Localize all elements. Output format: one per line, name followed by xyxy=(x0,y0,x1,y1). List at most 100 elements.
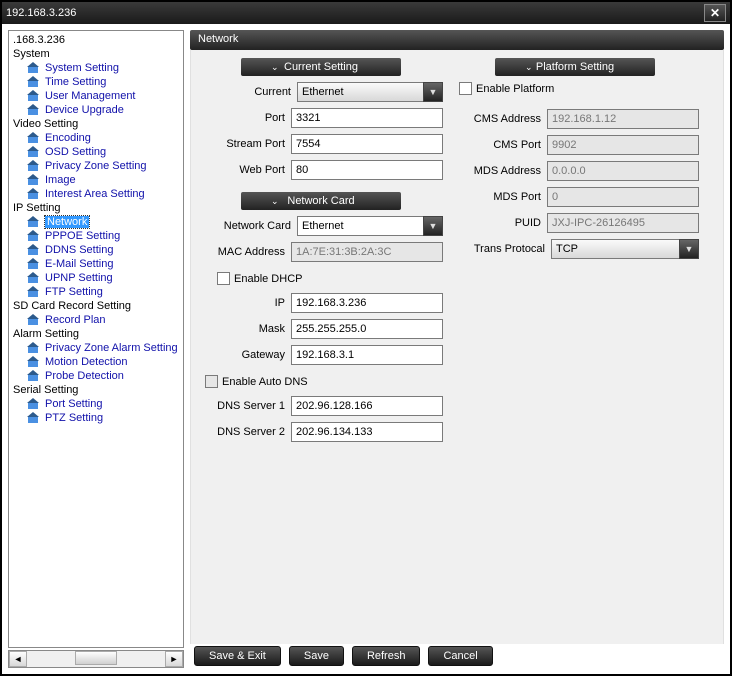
sidebar-item-privacy-zone-setting[interactable]: Privacy Zone Setting xyxy=(9,159,183,173)
input-mac xyxy=(291,242,443,262)
sidebar-item-motion-detection[interactable]: Motion Detection xyxy=(9,355,183,369)
sidebar-item-ptz-setting[interactable]: PTZ Setting xyxy=(9,411,183,425)
sidebar-item-image[interactable]: Image xyxy=(9,173,183,187)
section-network-card[interactable]: ⌄ Network Card xyxy=(241,192,401,210)
sidebar-hscroll[interactable]: ◄ ► xyxy=(8,650,184,668)
sidebar-item-port-setting[interactable]: Port Setting xyxy=(9,397,183,411)
input-mask[interactable] xyxy=(291,319,443,339)
sidebar: .168.3.236SystemSystem Setting Time Setti… xyxy=(8,30,184,668)
save-exit-button[interactable]: Save & Exit xyxy=(194,646,281,666)
titlebar: 192.168.3.236 ✕ xyxy=(2,2,730,24)
label-mac: MAC Address xyxy=(201,246,291,258)
label-dns2: DNS Server 2 xyxy=(201,426,291,438)
input-web-port[interactable] xyxy=(291,160,443,180)
sidebar-item-label: UPNP Setting xyxy=(45,272,113,284)
tree-category[interactable]: IP Setting xyxy=(9,201,183,215)
label-trans-protocal: Trans Protocal xyxy=(455,243,551,255)
input-mds-port xyxy=(547,187,699,207)
scroll-thumb[interactable] xyxy=(75,651,117,665)
sidebar-item-e-mail-setting[interactable]: E-Mail Setting xyxy=(9,257,183,271)
select-trans-protocal[interactable]: TCP ▼ xyxy=(551,239,699,259)
tree-root[interactable]: .168.3.236 xyxy=(9,33,183,47)
chevron-down-icon[interactable]: ▼ xyxy=(423,82,443,102)
sidebar-item-device-upgrade[interactable]: Device Upgrade xyxy=(9,103,183,117)
tree-category[interactable]: System xyxy=(9,47,183,61)
main-body: ⌄ Current Setting Current Ethernet ▼ Por… xyxy=(190,50,724,644)
checkbox-enable-auto-dns[interactable] xyxy=(205,375,218,388)
nav-tree[interactable]: .168.3.236SystemSystem Setting Time Setti… xyxy=(8,30,184,648)
sidebar-item-label: Time Setting xyxy=(45,76,106,88)
section-platform-setting[interactable]: ⌄ Platform Setting xyxy=(495,58,655,76)
tree-category[interactable]: Alarm Setting xyxy=(9,327,183,341)
label-dns1: DNS Server 1 xyxy=(201,400,291,412)
page-title: Network xyxy=(190,30,724,50)
label-puid: PUID xyxy=(455,217,547,229)
sidebar-item-ddns-setting[interactable]: DDNS Setting xyxy=(9,243,183,257)
sidebar-item-time-setting[interactable]: Time Setting xyxy=(9,75,183,89)
label-cms-address: CMS Address xyxy=(455,113,547,125)
section-current-setting[interactable]: ⌄ Current Setting xyxy=(241,58,401,76)
sidebar-item-label: Privacy Zone Alarm Setting xyxy=(45,342,178,354)
home-icon xyxy=(27,146,41,158)
input-ip[interactable] xyxy=(291,293,443,313)
label-cms-port: CMS Port xyxy=(455,139,547,151)
tree-category[interactable]: SD Card Record Setting xyxy=(9,299,183,313)
label-gateway: Gateway xyxy=(201,349,291,361)
home-icon xyxy=(27,174,41,186)
close-button[interactable]: ✕ xyxy=(704,4,726,22)
chevron-down-icon: ⌄ xyxy=(271,196,279,207)
sidebar-item-interest-area-setting[interactable]: Interest Area Setting xyxy=(9,187,183,201)
sidebar-item-upnp-setting[interactable]: UPNP Setting xyxy=(9,271,183,285)
checkbox-enable-dhcp[interactable] xyxy=(217,272,230,285)
select-current[interactable]: Ethernet ▼ xyxy=(297,82,443,102)
save-button[interactable]: Save xyxy=(289,646,344,666)
sidebar-item-label: System Setting xyxy=(45,62,119,74)
select-network-card[interactable]: Ethernet ▼ xyxy=(297,216,443,236)
scroll-track[interactable] xyxy=(27,651,165,667)
label-enable-auto-dns: Enable Auto DNS xyxy=(222,376,308,388)
sidebar-item-ftp-setting[interactable]: FTP Setting xyxy=(9,285,183,299)
sidebar-item-encoding[interactable]: Encoding xyxy=(9,131,183,145)
sidebar-item-label: Port Setting xyxy=(45,398,102,410)
sidebar-item-label: Image xyxy=(45,174,76,186)
sidebar-item-osd-setting[interactable]: OSD Setting xyxy=(9,145,183,159)
label-mds-port: MDS Port xyxy=(455,191,547,203)
chevron-down-icon: ⌄ xyxy=(271,62,279,73)
sidebar-item-pppoe-setting[interactable]: PPPOE Setting xyxy=(9,229,183,243)
sidebar-item-privacy-zone-alarm-setting[interactable]: Privacy Zone Alarm Setting xyxy=(9,341,183,355)
sidebar-item-label: Motion Detection xyxy=(45,356,128,368)
sidebar-item-label: Interest Area Setting xyxy=(45,188,145,200)
cancel-button[interactable]: Cancel xyxy=(428,646,492,666)
input-gateway[interactable] xyxy=(291,345,443,365)
sidebar-item-network[interactable]: Network xyxy=(9,215,183,229)
content: .168.3.236SystemSystem Setting Time Setti… xyxy=(2,24,730,674)
input-dns1[interactable] xyxy=(291,396,443,416)
chevron-down-icon[interactable]: ▼ xyxy=(423,216,443,236)
input-cms-port xyxy=(547,135,699,155)
checkbox-enable-platform[interactable] xyxy=(459,82,472,95)
sidebar-item-probe-detection[interactable]: Probe Detection xyxy=(9,369,183,383)
tree-category[interactable]: Serial Setting xyxy=(9,383,183,397)
sidebar-item-label: Network xyxy=(45,216,89,228)
main-panel: Network ⌄ Current Setting Current Ethern… xyxy=(190,30,724,668)
scroll-right-button[interactable]: ► xyxy=(165,651,183,667)
tree-category[interactable]: Video Setting xyxy=(9,117,183,131)
sidebar-item-user-management[interactable]: User Management xyxy=(9,89,183,103)
refresh-button[interactable]: Refresh xyxy=(352,646,421,666)
input-dns2[interactable] xyxy=(291,422,443,442)
label-web-port: Web Port xyxy=(201,164,291,176)
label-ip: IP xyxy=(201,297,291,309)
home-icon xyxy=(27,258,41,270)
sidebar-item-system-setting[interactable]: System Setting xyxy=(9,61,183,75)
scroll-left-button[interactable]: ◄ xyxy=(9,651,27,667)
input-stream-port[interactable] xyxy=(291,134,443,154)
label-stream-port: Stream Port xyxy=(201,138,291,150)
sidebar-item-label: E-Mail Setting xyxy=(45,258,113,270)
label-port: Port xyxy=(201,112,291,124)
home-icon xyxy=(27,76,41,88)
chevron-down-icon[interactable]: ▼ xyxy=(679,239,699,259)
input-port[interactable] xyxy=(291,108,443,128)
input-puid xyxy=(547,213,699,233)
sidebar-item-record-plan[interactable]: Record Plan xyxy=(9,313,183,327)
label-mds-address: MDS Address xyxy=(455,165,547,177)
